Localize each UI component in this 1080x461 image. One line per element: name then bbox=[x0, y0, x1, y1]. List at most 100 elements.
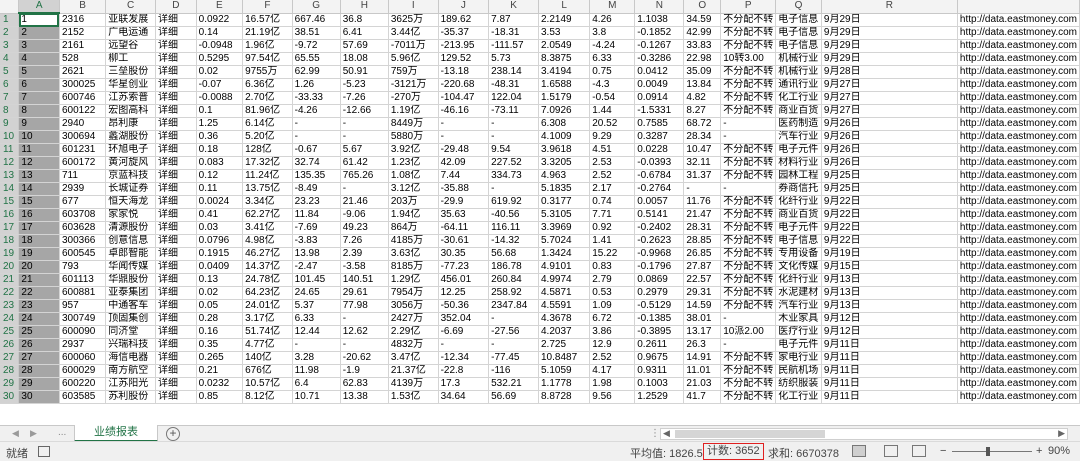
cell-g[interactable]: -0.67 bbox=[292, 143, 341, 157]
cell-j[interactable]: -50.36 bbox=[438, 299, 490, 313]
cell-o[interactable]: 13.17 bbox=[683, 325, 722, 339]
cell-p[interactable]: 不分配不转 bbox=[720, 156, 777, 170]
cell-n[interactable]: 0.2611 bbox=[634, 338, 685, 352]
column-header-g[interactable]: G bbox=[292, 0, 341, 14]
cell-m[interactable]: 2.79 bbox=[589, 273, 636, 287]
cell-l[interactable]: 1.3424 bbox=[538, 247, 591, 261]
cell-q[interactable]: 商业百货 bbox=[775, 208, 822, 222]
cell-i[interactable]: 3.92亿 bbox=[388, 143, 439, 157]
cell-h[interactable]: 29.61 bbox=[340, 286, 389, 300]
cell-c[interactable]: 亚泰集团 bbox=[105, 286, 156, 300]
cell-s[interactable]: http://data.eastmoney.com bbox=[957, 143, 1080, 157]
cell-e[interactable]: 0.14 bbox=[196, 26, 244, 40]
cell-k[interactable]: - bbox=[488, 312, 539, 326]
cell-s[interactable]: http://data.eastmoney.com bbox=[957, 104, 1080, 118]
row-header[interactable]: 24 bbox=[0, 312, 20, 326]
zoom-out-button[interactable]: − bbox=[940, 445, 946, 457]
cell-i[interactable]: 2.29亿 bbox=[388, 325, 439, 339]
cell-c[interactable]: 宏图高科 bbox=[105, 104, 156, 118]
cell-l[interactable]: 1.6588 bbox=[538, 78, 591, 92]
cell-r[interactable]: 9月11日 bbox=[821, 364, 958, 378]
column-header-d[interactable]: D bbox=[155, 0, 197, 14]
cell-n[interactable]: 0.7585 bbox=[634, 117, 685, 131]
cell-p[interactable]: 不分配不转 bbox=[720, 208, 777, 222]
cell-r[interactable]: 9月25日 bbox=[821, 169, 958, 183]
cell-n[interactable]: -0.0393 bbox=[634, 156, 685, 170]
cell-q[interactable]: 化工行业 bbox=[775, 390, 822, 404]
cell-r[interactable]: 9月15日 bbox=[821, 260, 958, 274]
cell-f[interactable]: 4.98亿 bbox=[242, 234, 293, 248]
cell-i[interactable]: 4832万 bbox=[388, 338, 439, 352]
cell-i[interactable]: 2427万 bbox=[388, 312, 439, 326]
cell-l[interactable]: 5.3105 bbox=[538, 208, 591, 222]
cell-m[interactable]: 9.29 bbox=[589, 130, 636, 144]
cell-c[interactable]: 创意信息 bbox=[105, 234, 156, 248]
cell-f[interactable]: 14.37亿 bbox=[242, 260, 293, 274]
cell-d[interactable]: 详细 bbox=[155, 13, 197, 27]
row-header[interactable]: 25 bbox=[0, 325, 20, 339]
column-header-e[interactable]: E bbox=[196, 0, 244, 14]
cell-m[interactable]: 0.74 bbox=[589, 195, 636, 209]
cell-r[interactable]: 9月22日 bbox=[821, 221, 958, 235]
cell-p[interactable]: 不分配不转 bbox=[720, 221, 777, 235]
cell-h[interactable]: 7.26 bbox=[340, 234, 389, 248]
cell-o[interactable]: 13.84 bbox=[683, 78, 722, 92]
cell-a[interactable]: 18 bbox=[18, 234, 60, 248]
cell-d[interactable]: 详细 bbox=[155, 78, 197, 92]
cell-o[interactable]: 26.3 bbox=[683, 338, 722, 352]
cell-l[interactable]: 10.8487 bbox=[538, 351, 591, 365]
cell-s[interactable]: http://data.eastmoney.com bbox=[957, 169, 1080, 183]
cell-e[interactable]: 0.02 bbox=[196, 65, 244, 79]
row-header[interactable]: 29 bbox=[0, 377, 20, 391]
cell-h[interactable]: -5.23 bbox=[340, 78, 389, 92]
cell-i[interactable]: -270万 bbox=[388, 91, 439, 105]
cell-g[interactable]: 5.37 bbox=[292, 299, 341, 313]
cell-c[interactable]: 江苏索普 bbox=[105, 91, 156, 105]
cell-q[interactable]: 电子元件 bbox=[775, 143, 822, 157]
cell-o[interactable]: 4.82 bbox=[683, 91, 722, 105]
cell-e[interactable]: 0.1 bbox=[196, 104, 244, 118]
cell-e[interactable]: 0.5295 bbox=[196, 52, 244, 66]
cell-n[interactable]: 1.1038 bbox=[634, 13, 685, 27]
cell-j[interactable]: - bbox=[438, 117, 490, 131]
cell-f[interactable]: 2.70亿 bbox=[242, 91, 293, 105]
cell-o[interactable]: 42.99 bbox=[683, 26, 722, 40]
cell-g[interactable]: 65.55 bbox=[292, 52, 341, 66]
cell-f[interactable]: 11.24亿 bbox=[242, 169, 293, 183]
cell-g[interactable]: 13.98 bbox=[292, 247, 341, 261]
scroll-left-icon[interactable]: ◀ bbox=[663, 428, 670, 439]
cell-h[interactable]: 57.69 bbox=[340, 39, 389, 53]
cell-n[interactable]: -0.1796 bbox=[634, 260, 685, 274]
cell-c[interactable]: 江苏阳光 bbox=[105, 377, 156, 391]
cell-q[interactable]: 园林工程 bbox=[775, 169, 822, 183]
cell-s[interactable]: http://data.eastmoney.com bbox=[957, 78, 1080, 92]
cell-h[interactable]: - bbox=[340, 338, 389, 352]
cell-d[interactable]: 详细 bbox=[155, 260, 197, 274]
cell-p[interactable]: 不分配不转 bbox=[720, 390, 777, 404]
row-header[interactable]: 11 bbox=[0, 143, 20, 157]
cell-a[interactable]: 13 bbox=[18, 169, 60, 183]
cell-i[interactable]: 4139万 bbox=[388, 377, 439, 391]
cell-b[interactable]: 300025 bbox=[59, 78, 107, 92]
cell-r[interactable]: 9月13日 bbox=[821, 286, 958, 300]
cell-h[interactable]: 13.38 bbox=[340, 390, 389, 404]
cell-g[interactable]: - bbox=[292, 130, 341, 144]
cell-c[interactable]: 长城证券 bbox=[105, 182, 156, 196]
cell-p[interactable]: 不分配不转 bbox=[720, 260, 777, 274]
cell-i[interactable]: 1.53亿 bbox=[388, 390, 439, 404]
cell-j[interactable]: 456.01 bbox=[438, 273, 490, 287]
cell-s[interactable]: http://data.eastmoney.com bbox=[957, 130, 1080, 144]
cell-s[interactable]: http://data.eastmoney.com bbox=[957, 195, 1080, 209]
cell-l[interactable]: 3.4194 bbox=[538, 65, 591, 79]
cell-a[interactable]: 30 bbox=[18, 390, 60, 404]
cell-r[interactable]: 9月26日 bbox=[821, 130, 958, 144]
cell-i[interactable]: 203万 bbox=[388, 195, 439, 209]
cell-k[interactable]: -27.56 bbox=[488, 325, 539, 339]
cell-a[interactable]: 3 bbox=[18, 39, 60, 53]
row-header[interactable]: 19 bbox=[0, 247, 20, 261]
cell-d[interactable]: 详细 bbox=[155, 39, 197, 53]
cell-j[interactable]: -22.8 bbox=[438, 364, 490, 378]
cell-k[interactable]: -14.32 bbox=[488, 234, 539, 248]
cell-l[interactable]: 3.3205 bbox=[538, 156, 591, 170]
cell-q[interactable]: 通讯行业 bbox=[775, 78, 822, 92]
